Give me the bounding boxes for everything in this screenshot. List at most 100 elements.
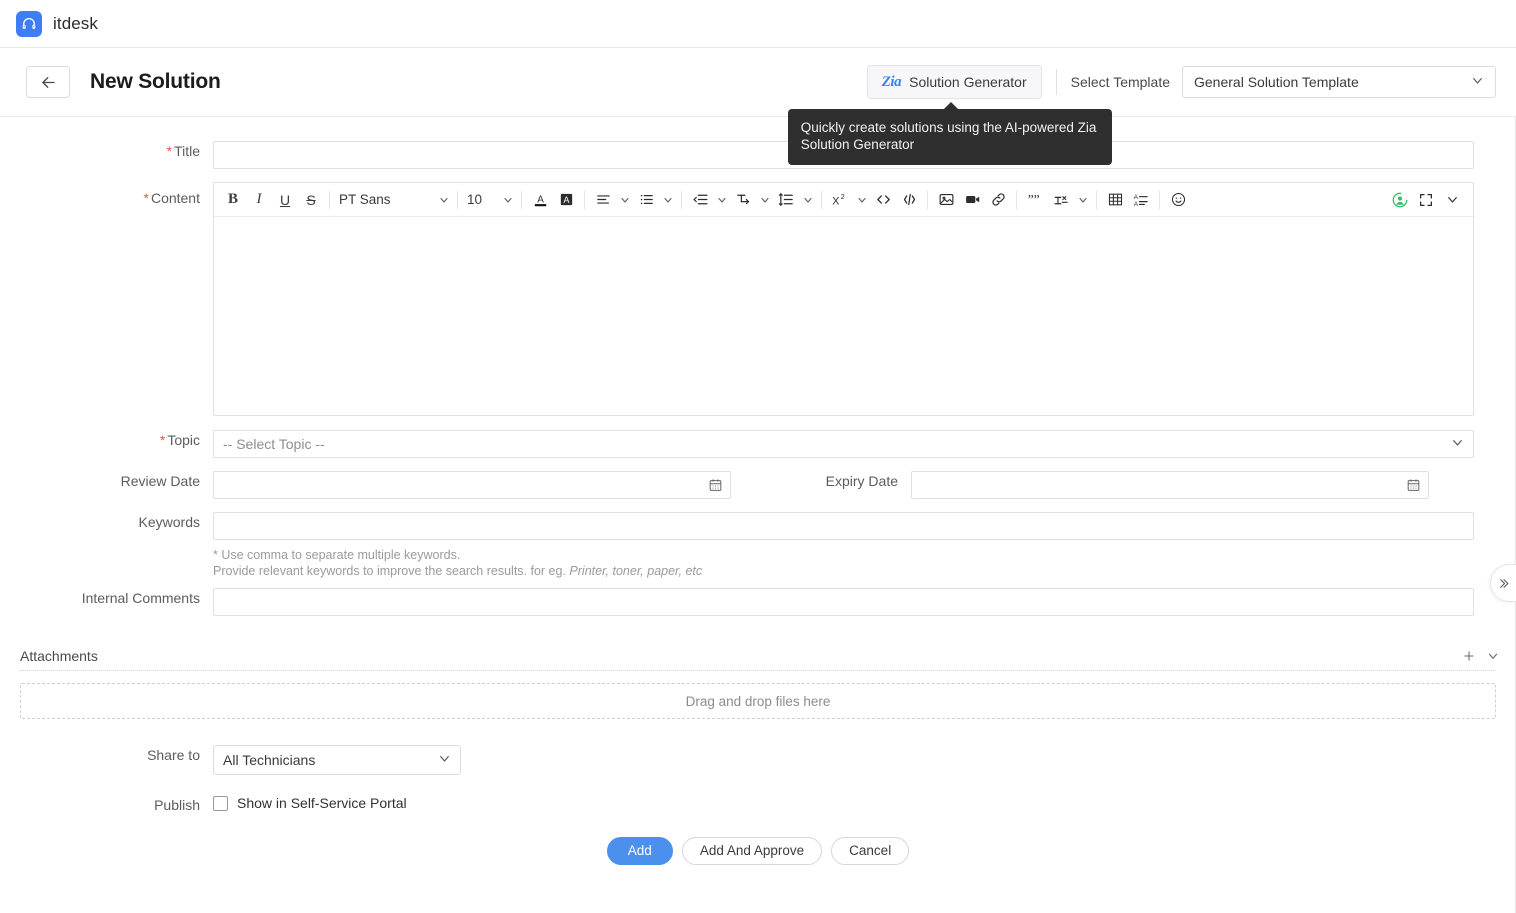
bullet-list-icon[interactable]	[633, 187, 659, 213]
align-chevron-down-icon[interactable]	[616, 187, 633, 213]
solution-generator-label: Solution Generator	[909, 74, 1027, 90]
align-left-icon[interactable]	[590, 187, 616, 213]
toolbar-divider	[1016, 191, 1017, 209]
required-marker: *	[160, 432, 165, 448]
clear-format-icon[interactable]	[1048, 187, 1074, 213]
topic-select-value: -- Select Topic --	[223, 436, 325, 452]
attachments-dropzone[interactable]: Drag and drop files here	[20, 683, 1496, 719]
calendar-icon[interactable]	[708, 478, 723, 493]
indent-chevron-down-icon[interactable]	[713, 187, 730, 213]
list-chevron-down-icon[interactable]	[659, 187, 676, 213]
insert-video-icon[interactable]	[959, 187, 985, 213]
page-title: New Solution	[90, 70, 221, 94]
plus-icon[interactable]	[1462, 649, 1476, 663]
share-to-select[interactable]: All Technicians	[213, 745, 461, 775]
font-color-icon[interactable]: A	[527, 187, 553, 213]
insert-link-icon[interactable]	[985, 187, 1011, 213]
topic-select[interactable]: -- Select Topic --	[213, 430, 1474, 458]
app-name: itdesk	[53, 14, 98, 34]
internal-comments-label: Internal Comments	[0, 588, 213, 608]
attachments-header: Attachments	[0, 648, 1516, 664]
back-button[interactable]	[26, 66, 70, 98]
indent-icon[interactable]	[687, 187, 713, 213]
cancel-button[interactable]: Cancel	[831, 837, 909, 865]
form-actions: Add Add And Approve Cancel	[0, 815, 1516, 865]
attachments-chevron-down-icon[interactable]	[1486, 649, 1500, 663]
toolbar-divider	[457, 191, 458, 209]
editor-toolbar: B I U S PT Sans 10	[214, 183, 1473, 217]
solution-generator-button[interactable]: Zia Solution Generator	[867, 65, 1042, 99]
headset-icon	[16, 11, 42, 37]
attachments-divider	[20, 670, 1496, 671]
insert-table-icon[interactable]	[1102, 187, 1128, 213]
review-date-input[interactable]	[213, 471, 731, 499]
strikethrough-button[interactable]: S	[298, 187, 324, 213]
calendar-icon[interactable]	[1406, 478, 1421, 493]
share-to-value: All Technicians	[223, 752, 315, 768]
code-icon[interactable]	[870, 187, 896, 213]
show-in-portal-checkbox[interactable]	[213, 796, 228, 811]
show-in-portal-label[interactable]: Show in Self-Service Portal	[237, 795, 407, 811]
format-chevron-down-icon[interactable]	[1074, 187, 1091, 213]
app-header: itdesk	[0, 0, 1516, 48]
field-keywords-row: Keywords * Use comma to separate multipl…	[0, 499, 1516, 579]
keywords-label: Keywords	[0, 512, 213, 532]
add-button[interactable]: Add	[607, 837, 673, 865]
keywords-hint-line2-prefix: Provide relevant keywords to improve the…	[213, 564, 569, 578]
paragraph-format-icon[interactable]: AA	[1128, 187, 1154, 213]
svg-text:2: 2	[841, 193, 845, 201]
insert-image-icon[interactable]	[933, 187, 959, 213]
bold-button[interactable]: B	[220, 187, 246, 213]
review-date-label: Review Date	[0, 471, 213, 491]
form-content: *Title *Content B I U S PT Sans	[0, 116, 1516, 913]
text-direction-icon[interactable]	[730, 187, 756, 213]
font-family-chevron-down-icon[interactable]	[435, 187, 452, 213]
content-editor: B I U S PT Sans 10	[213, 182, 1474, 416]
field-content-row: *Content B I U S PT Sans 10	[0, 169, 1516, 416]
expiry-date-input[interactable]	[911, 471, 1429, 499]
title-label: *Title	[0, 141, 213, 161]
review-date-wrap	[213, 471, 731, 499]
toolbar-divider	[927, 191, 928, 209]
underline-button[interactable]: U	[272, 187, 298, 213]
content-editor-body[interactable]	[214, 217, 1473, 415]
template-select[interactable]: General Solution Template	[1182, 66, 1496, 98]
font-family-select[interactable]: PT Sans	[335, 187, 435, 213]
blockquote-icon[interactable]: ””	[1022, 187, 1048, 213]
keywords-hint: * Use comma to separate multiple keyword…	[213, 540, 1474, 579]
internal-comments-input[interactable]	[213, 588, 1474, 616]
superscript-chevron-down-icon[interactable]	[853, 187, 870, 213]
fullscreen-icon[interactable]	[1413, 187, 1439, 213]
superscript-icon[interactable]: X2	[827, 187, 853, 213]
required-marker: *	[144, 190, 149, 206]
editor-collapse-chevron-down-icon[interactable]	[1439, 187, 1465, 213]
keywords-hint-line2: Provide relevant keywords to improve the…	[213, 563, 1474, 579]
chevron-down-icon	[1450, 435, 1465, 453]
publish-label: Publish	[0, 795, 213, 815]
line-height-chevron-down-icon[interactable]	[799, 187, 816, 213]
share-to-label: Share to	[0, 745, 213, 765]
toolbar-divider	[584, 191, 585, 209]
font-size-select[interactable]: 10	[463, 187, 499, 213]
attachments-actions	[1462, 649, 1500, 663]
collaborator-icon[interactable]	[1387, 187, 1413, 213]
line-height-icon[interactable]	[773, 187, 799, 213]
font-size-chevron-down-icon[interactable]	[499, 187, 516, 213]
arrow-left-icon	[39, 73, 58, 92]
code-view-icon[interactable]	[896, 187, 922, 213]
emoji-icon[interactable]	[1165, 187, 1191, 213]
add-and-approve-button[interactable]: Add And Approve	[682, 837, 822, 865]
font-size-value: 10	[467, 192, 482, 207]
direction-chevron-down-icon[interactable]	[756, 187, 773, 213]
svg-text:A: A	[563, 195, 570, 205]
field-internal-comments-row: Internal Comments	[0, 579, 1516, 616]
highlight-color-icon[interactable]: A	[553, 187, 579, 213]
italic-button[interactable]: I	[246, 187, 272, 213]
zia-logo-icon: Zia	[882, 75, 901, 90]
content-label: *Content	[0, 182, 213, 208]
svg-text:””: ””	[1027, 192, 1039, 207]
svg-text:X: X	[832, 195, 839, 207]
toolbar-divider	[1159, 191, 1160, 209]
attachments-section: Attachments Drag and drop files here	[0, 616, 1516, 719]
keywords-input[interactable]	[213, 512, 1474, 540]
